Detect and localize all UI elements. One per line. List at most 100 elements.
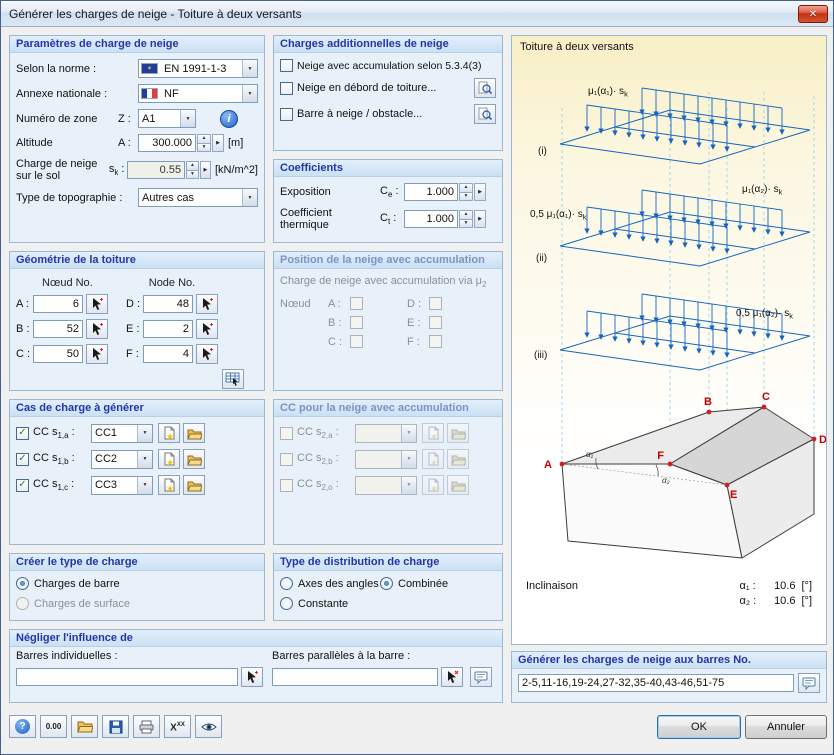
chevron-down-icon[interactable]: ▼ <box>137 476 152 494</box>
node-f-input[interactable] <box>143 345 193 363</box>
pick-all-nodes-button[interactable] <box>222 369 244 389</box>
node-c-input[interactable] <box>33 345 83 363</box>
lc-s1a-edit-button[interactable] <box>183 423 205 443</box>
exposure-detail-button[interactable]: ▶ <box>474 183 486 201</box>
generated-bars-input[interactable] <box>518 674 794 692</box>
open-button[interactable] <box>71 715 98 738</box>
bars-list-button[interactable] <box>798 673 820 693</box>
pick-parallel-bar-button[interactable] <box>441 667 463 687</box>
checkbox-lc-s2b <box>280 452 293 466</box>
chevron-down-icon[interactable]: ▼ <box>242 60 257 77</box>
decimal-icon: 0.00 <box>45 722 62 731</box>
checkbox-overhang[interactable] <box>280 81 293 95</box>
individual-bars-input[interactable] <box>16 668 238 686</box>
parallel-bars-input[interactable] <box>272 668 438 686</box>
ground-snow-detail-button[interactable]: ▶ <box>199 161 211 179</box>
parallel-comment-button[interactable] <box>470 667 492 687</box>
formula-icon: XXX <box>170 721 185 734</box>
panel-coefficients: Coefficients Exposition Ce : ▲▼ ▶ Coeffi… <box>273 159 503 243</box>
node-d-input[interactable] <box>143 295 193 313</box>
fr-flag-icon <box>141 88 158 99</box>
display-button[interactable] <box>195 715 222 738</box>
altitude-detail-button[interactable]: ▶ <box>212 134 224 152</box>
radio-corner-axes[interactable] <box>280 577 293 590</box>
roof-loads-diagram: μ₁(α₁)· sk μ₁(α₂)· sk 0,5 μ₁(α₁)· sk 0,5… <box>530 86 826 559</box>
lc-s1c-select[interactable]: CC3 ▼ <box>91 475 153 495</box>
pick-node-d-button[interactable] <box>196 294 218 314</box>
node-word-label: Nœud <box>280 297 311 310</box>
chevron-down-icon[interactable]: ▼ <box>137 424 152 442</box>
radio-member-loads[interactable] <box>16 577 29 590</box>
thermal-symbol: Ct : <box>380 211 397 227</box>
cancel-button[interactable]: Annuler <box>745 715 827 739</box>
node-b-input[interactable] <box>33 320 83 338</box>
ground-snow-spinner[interactable]: ▲ ▼ <box>186 161 199 179</box>
snowguard-details-button[interactable] <box>474 104 496 124</box>
save-button[interactable] <box>102 715 129 738</box>
lc-s1b-edit-button[interactable] <box>183 449 205 469</box>
pick-node-b-button[interactable] <box>86 319 108 339</box>
overhang-details-button[interactable] <box>474 78 496 98</box>
altitude-spinner[interactable]: ▲ ▼ <box>197 134 211 152</box>
close-button[interactable]: ✕ <box>798 5 828 23</box>
lc-s1c-new-button[interactable]: ★ <box>158 475 180 495</box>
checkbox-lc-s1c[interactable]: ✓ <box>16 478 29 492</box>
print-button[interactable] <box>133 715 160 738</box>
exposure-input[interactable] <box>404 183 458 201</box>
info-icon: i <box>227 112 231 125</box>
checkbox-snowguard[interactable] <box>280 107 293 121</box>
zone-info-button[interactable]: i <box>220 109 238 128</box>
pick-individual-bars-button[interactable] <box>241 667 263 687</box>
combined-label: Combinée <box>398 577 449 590</box>
magnifier-icon <box>478 107 492 121</box>
thermal-detail-button[interactable]: ▶ <box>474 210 486 228</box>
checkbox-lc-s2o <box>280 478 293 492</box>
panel-distribution: Type de distribution de charge Axes des … <box>273 553 503 621</box>
title-bar[interactable]: Générer les charges de neige - Toiture à… <box>1 1 833 27</box>
checkbox-lc-s1b[interactable]: ✓ <box>16 452 29 466</box>
radio-combined[interactable] <box>380 577 393 590</box>
lc-s1a-new-button[interactable]: ★ <box>158 423 180 443</box>
lc-s1b-select[interactable]: CC2 ▼ <box>91 449 153 469</box>
chevron-down-icon[interactable]: ▼ <box>180 110 195 127</box>
pick-node-f-button[interactable] <box>196 344 218 364</box>
chevron-down-icon[interactable]: ▼ <box>137 450 152 468</box>
radio-surface-loads <box>16 597 29 610</box>
altitude-label: Altitude <box>16 137 53 149</box>
open-folder-icon <box>450 455 466 465</box>
lc-s1c-edit-button[interactable] <box>183 475 205 495</box>
pick-node-a-button[interactable] <box>86 294 108 314</box>
drift-f-label: F : <box>407 335 420 348</box>
node-d-symbol: D : <box>126 298 141 310</box>
annex-select[interactable]: NF ▼ <box>138 84 258 103</box>
lc-s1b-new-button[interactable]: ★ <box>158 449 180 469</box>
chevron-down-icon[interactable]: ▼ <box>242 189 257 206</box>
zone-select[interactable]: A1 ▼ <box>138 109 196 128</box>
altitude-input[interactable] <box>138 134 196 152</box>
ok-button[interactable]: OK <box>657 715 741 739</box>
topography-select[interactable]: Autres cas ▼ <box>138 188 258 207</box>
node-b-symbol: B : <box>16 323 30 335</box>
help-button[interactable]: ? <box>9 715 36 738</box>
spinner-up-icon: ▲ <box>197 134 211 144</box>
node-e-input[interactable] <box>143 320 193 338</box>
chevron-down-icon: ▼ <box>401 476 416 494</box>
radio-constant[interactable] <box>280 597 293 610</box>
zone-symbol: Z : <box>118 112 131 125</box>
checkbox-lc-s1a[interactable]: ✓ <box>16 426 29 440</box>
comment-icon <box>802 677 816 690</box>
ground-snow-input <box>127 161 186 179</box>
chevron-down-icon[interactable]: ▼ <box>242 85 257 102</box>
corner-axes-label: Axes des angles <box>298 577 379 590</box>
lc-s1a-select[interactable]: CC1 ▼ <box>91 423 153 443</box>
node-a-input[interactable] <box>33 295 83 313</box>
pick-node-e-button[interactable] <box>196 319 218 339</box>
thermal-input[interactable] <box>404 210 458 228</box>
units-button[interactable]: 0.00 <box>40 715 67 738</box>
formula-button[interactable]: XXX <box>164 715 191 738</box>
exposure-spinner[interactable]: ▲ ▼ <box>459 183 473 201</box>
thermal-spinner[interactable]: ▲ ▼ <box>459 210 473 228</box>
checkbox-drift-534[interactable] <box>280 59 293 72</box>
pick-node-c-button[interactable] <box>86 344 108 364</box>
norm-select[interactable]: ✶ EN 1991-1-3 ▼ <box>138 59 258 78</box>
